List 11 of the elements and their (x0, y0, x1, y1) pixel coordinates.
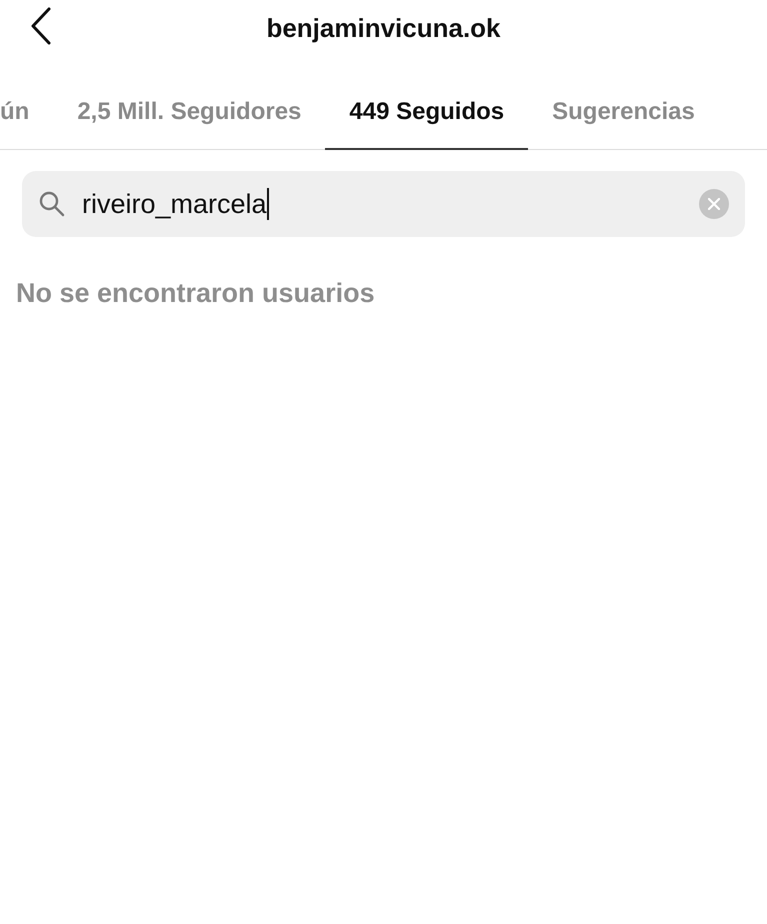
close-icon (708, 198, 720, 210)
tab[interactable]: ún (0, 76, 54, 150)
text-cursor (266, 188, 269, 220)
empty-message: No se encontraron usuarios (16, 277, 376, 310)
tab[interactable]: 449 Seguidos (325, 76, 528, 150)
tab[interactable]: 2,5 Mill. Seguidores (53, 76, 326, 150)
search-icon (38, 190, 66, 218)
search-value: riveiro_marcela (82, 188, 267, 221)
tab[interactable]: Sugerencias (528, 76, 719, 150)
search-field[interactable]: riveiro_marcela (22, 171, 745, 237)
profile-title: benjaminvicuna.ok (266, 12, 501, 44)
